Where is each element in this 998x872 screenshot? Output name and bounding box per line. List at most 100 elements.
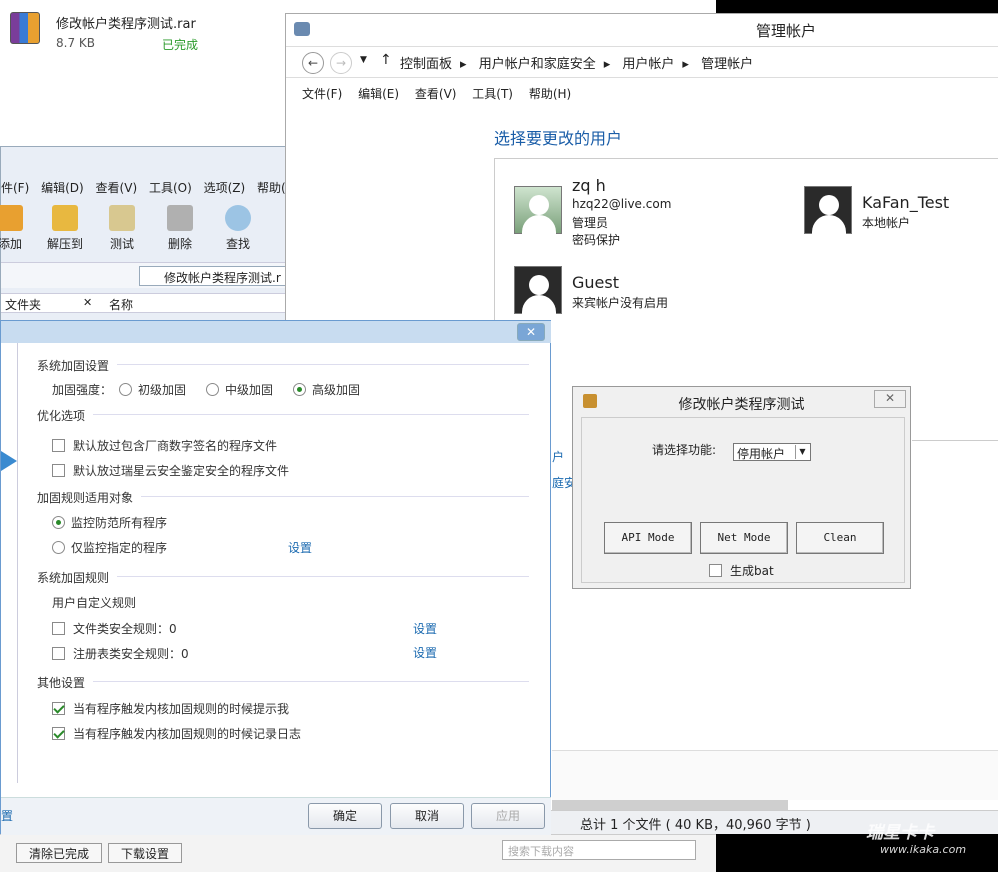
divider (117, 364, 529, 365)
tool-title: 修改帐户类程序测试 (678, 397, 805, 413)
account-name[interactable]: zq h (572, 176, 606, 195)
section-other: 其他设置 (37, 676, 86, 690)
breadcrumb-separator-icon: ▸ (603, 57, 611, 72)
registry-rules-checkbox[interactable]: 注册表类安全规则：0 (52, 645, 189, 662)
allow-cloud-safe-checkbox[interactable]: 默认放过瑞星云安全鉴定安全的程序文件 (52, 462, 289, 479)
menu-help[interactable]: 帮助(H) (529, 87, 571, 101)
file-list-area (552, 750, 998, 800)
section-target: 加固规则适用对象 (37, 491, 134, 505)
avatar (514, 186, 562, 235)
winrar-column-header: 文件夹 ✕ 名称 (1, 293, 291, 313)
net-mode-button[interactable]: Net Mode (700, 522, 788, 554)
account-name[interactable]: KaFan_Test (862, 193, 949, 212)
divider (912, 440, 998, 441)
download-status: 已完成 (162, 38, 199, 52)
dialog-footer (1, 797, 551, 835)
account-status: 来宾帐户没有启用 (572, 296, 669, 310)
monitor-specified-radio[interactable]: 仅监控指定的程序 (52, 539, 167, 556)
winrar-window: 件(F) 编辑(D) 查看(V) 工具(O) 选项(Z) 帮助(H) 添加 解压… (0, 146, 299, 326)
account-type: 管理员 (572, 216, 609, 230)
avatar (514, 266, 562, 315)
breadcrumb-user-accounts[interactable]: 用户帐户 (622, 57, 674, 72)
recent-pages-icon[interactable]: ▼ (360, 55, 367, 65)
close-icon[interactable]: ✕ (517, 323, 545, 341)
breadcrumb: 控制面板 ▸ 用户帐户和家庭安全 ▸ 用户帐户 ▸ 管理帐户 (400, 53, 761, 72)
menubar: 文件(F) 编辑(E) 查看(V) 工具(T) 帮助(H) (302, 85, 583, 102)
footer-link[interactable]: 置 (1, 807, 13, 824)
download-filename[interactable]: 修改帐户类程序测试.rar (56, 13, 196, 32)
account-password-status: 密码保护 (572, 233, 621, 247)
clear-completed-button[interactable]: 清除已完成 (16, 843, 103, 863)
download-search-input[interactable]: 搜索下载内容 (502, 840, 696, 860)
delete-button[interactable]: 删除 (155, 205, 205, 252)
notify-checkbox[interactable]: 当有程序触发内核加固规则的时候提示我 (52, 700, 289, 717)
folders-column[interactable]: 文件夹 (5, 296, 41, 313)
winrar-menu-edit[interactable]: 编辑(D) (41, 181, 84, 195)
winrar-menu-tools[interactable]: 工具(O) (149, 181, 192, 195)
folders-close-icon[interactable]: ✕ (83, 296, 92, 309)
log-checkbox[interactable]: 当有程序触发内核加固规则的时候记录日志 (52, 725, 301, 742)
chevron-down-icon: ▼ (795, 445, 809, 459)
apply-button[interactable]: 应用 (471, 803, 545, 829)
winrar-menubar: 件(F) 编辑(D) 查看(V) 工具(O) 选项(Z) 帮助(H) (1, 179, 299, 199)
watermark-logo: 瑞星卡卡 www.ikaka.com (866, 823, 967, 856)
window-title: 管理帐户 (286, 14, 998, 44)
winrar-menu-view[interactable]: 查看(V) (96, 181, 138, 195)
download-size: 8.7 KB (56, 36, 95, 50)
file-rules-checkbox[interactable]: 文件类安全规则：0 (52, 620, 177, 637)
account-email: hzq22@live.com (572, 197, 672, 211)
magnifier-icon (225, 205, 251, 231)
strength-advanced-radio[interactable]: 高级加固 (293, 381, 360, 398)
dialog-titlebar: ✕ (1, 321, 551, 343)
strength-medium-radio[interactable]: 中级加固 (206, 381, 273, 398)
forward-button[interactable]: → (330, 52, 352, 74)
strength-basic-radio[interactable]: 初级加固 (119, 381, 186, 398)
cancel-button[interactable]: 取消 (390, 803, 464, 829)
breadcrumb-control-panel[interactable]: 控制面板 (400, 57, 452, 72)
download-settings-button[interactable]: 下载设置 (108, 843, 183, 863)
tool-panel (581, 417, 905, 583)
winrar-path-field[interactable]: 修改帐户类程序测试.r (139, 266, 289, 286)
find-button[interactable]: 查找 (213, 205, 263, 252)
extract-to-button[interactable]: 解压到 (40, 205, 90, 252)
breadcrumb-separator-icon: ▸ (460, 57, 467, 72)
account-kafan-test[interactable] (804, 186, 852, 235)
add-button[interactable]: 添加 (0, 205, 35, 252)
divider (93, 414, 529, 415)
page-heading: 选择要更改的用户 (494, 129, 623, 148)
target-settings-link[interactable]: 设置 (288, 539, 312, 556)
ok-button[interactable]: 确定 (308, 803, 382, 829)
breadcrumb-user-accounts-family[interactable]: 用户帐户和家庭安全 (479, 57, 596, 72)
function-select[interactable]: 停用帐户 ▼ (733, 443, 811, 461)
folder-icon (52, 205, 78, 231)
allow-signed-checkbox[interactable]: 默认放过包含厂商数字签名的程序文件 (52, 437, 277, 454)
breadcrumb-manage-accounts[interactable]: 管理帐户 (701, 57, 753, 72)
winrar-menu-options[interactable]: 选项(Z) (204, 181, 246, 195)
avatar (804, 186, 852, 235)
winrar-menu-file[interactable]: 件(F) (1, 181, 29, 195)
menu-tools[interactable]: 工具(T) (472, 87, 513, 101)
selected-pointer-icon (1, 451, 17, 471)
desktop-background (716, 0, 998, 13)
menu-view[interactable]: 查看(V) (415, 87, 457, 101)
account-name[interactable]: Guest (572, 273, 619, 292)
close-icon[interactable]: ✕ (874, 390, 906, 408)
generate-bat-checkbox[interactable]: 生成bat (709, 562, 774, 579)
menu-edit[interactable]: 编辑(E) (358, 87, 399, 101)
registry-rules-settings-link[interactable]: 设置 (413, 644, 437, 661)
name-column[interactable]: 名称 (109, 296, 133, 313)
monitor-all-radio[interactable]: 监控防范所有程序 (52, 514, 167, 531)
clean-button[interactable]: Clean (796, 522, 884, 554)
up-arrow-icon[interactable]: ↑ (380, 52, 392, 68)
rar-file-icon (10, 12, 40, 44)
account-zqh[interactable] (514, 186, 562, 235)
side-link[interactable]: 户 (552, 448, 564, 465)
file-rules-settings-link[interactable]: 设置 (413, 620, 437, 637)
menu-file[interactable]: 文件(F) (302, 87, 342, 101)
test-button[interactable]: 测试 (97, 205, 147, 252)
account-type: 本地帐户 (862, 216, 911, 230)
api-mode-button[interactable]: API Mode (604, 522, 692, 554)
modify-account-tool-window: 修改帐户类程序测试 ✕ 请选择功能: 停用帐户 ▼ API Mode Net Mo… (572, 386, 911, 589)
back-button[interactable]: ← (302, 52, 324, 74)
account-guest[interactable] (514, 266, 562, 315)
